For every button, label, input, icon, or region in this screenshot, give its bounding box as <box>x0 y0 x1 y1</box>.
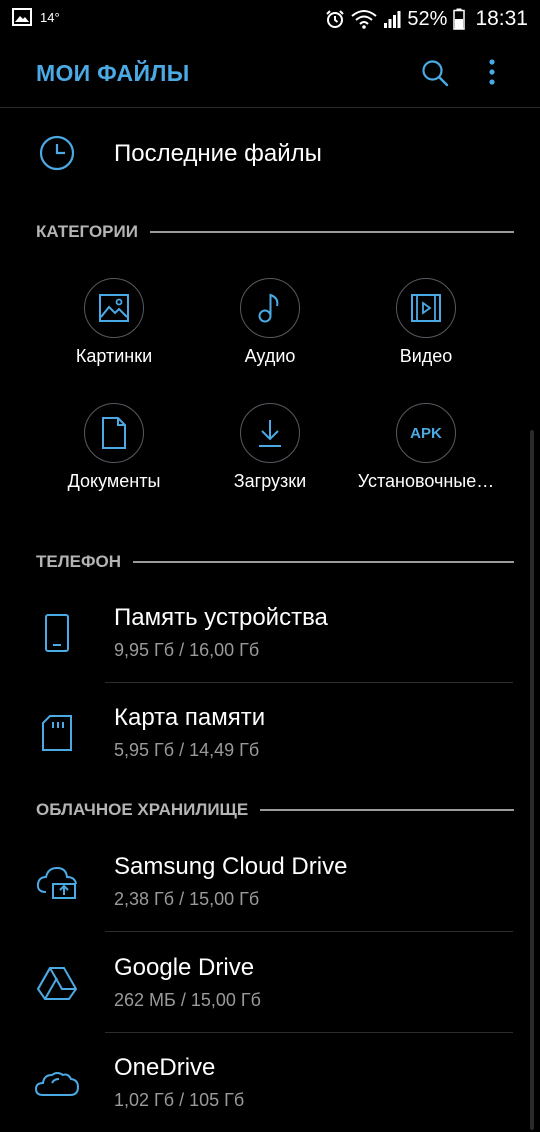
sd-card-item[interactable]: Карта памяти 5,95 Гб / 14,49 Гб <box>0 684 540 784</box>
onedrive-icon <box>34 1072 80 1096</box>
storage-usage: 262 МБ / 15,00 Гб <box>114 990 261 1010</box>
document-icon <box>102 417 126 449</box>
category-documents[interactable]: Документы <box>29 403 199 513</box>
storage-usage: 1,02 Гб / 105 Гб <box>114 1090 245 1110</box>
phone-header-label: ТЕЛЕФОН <box>36 552 121 571</box>
cloud-header-label: ОБЛАЧНОЕ ХРАНИЛИЩЕ <box>36 800 249 819</box>
category-label: Видео <box>399 346 453 366</box>
internal-storage-item[interactable]: Память устройства 9,95 Гб / 16,00 Гб <box>0 584 540 684</box>
phone-icon <box>45 614 69 652</box>
storage-title: Samsung Cloud Drive <box>114 853 348 880</box>
google-drive-icon <box>36 967 78 1000</box>
phone-header: ТЕЛЕФОН <box>36 550 514 574</box>
category-label: Загрузки <box>233 471 307 491</box>
video-icon <box>411 294 441 322</box>
categories-header-label: КАТЕГОРИИ <box>36 222 138 241</box>
page-title: МОИ ФАЙЛЫ <box>36 60 190 86</box>
app-bar: МОИ ФАЙЛЫ <box>0 38 540 108</box>
image-icon <box>99 294 129 322</box>
music-note-icon <box>258 293 279 323</box>
storage-title: OneDrive <box>114 1054 216 1081</box>
cloud-divider <box>260 809 514 811</box>
scrollbar[interactable] <box>530 430 534 1130</box>
category-label: Аудио <box>244 346 296 366</box>
category-label: Картинки <box>75 346 153 366</box>
storage-title: Память устройства <box>114 604 328 631</box>
google-drive-item[interactable]: Google Drive 262 МБ / 15,00 Гб <box>0 934 540 1034</box>
apk-icon: APK <box>410 424 442 442</box>
more-options-icon[interactable] <box>482 58 502 88</box>
phone-divider <box>133 561 514 563</box>
category-video[interactable]: Видео <box>341 278 511 388</box>
storage-usage: 2,38 Гб / 15,00 Гб <box>114 889 260 909</box>
battery-percent: 52% <box>407 7 448 30</box>
alarm-icon <box>326 10 345 28</box>
category-installers[interactable]: APK Установочные… <box>341 403 511 513</box>
cloud-header: ОБЛАЧНОЕ ХРАНИЛИЩЕ <box>36 798 514 822</box>
storage-usage: 5,95 Гб / 14,49 Гб <box>114 740 260 760</box>
wifi-icon <box>351 10 378 29</box>
category-label: Установочные… <box>357 471 495 491</box>
categories-divider <box>149 231 514 233</box>
categories-header: КАТЕГОРИИ <box>36 220 514 244</box>
recent-files-item[interactable]: Последние файлы <box>0 120 540 186</box>
row-divider <box>105 1032 513 1033</box>
samsung-cloud-icon <box>36 866 77 899</box>
temperature-text: 14° <box>40 9 60 25</box>
row-divider <box>105 931 513 932</box>
download-icon <box>259 420 281 447</box>
storage-title: Карта памяти <box>114 704 266 731</box>
clock-time: 18:31 <box>475 7 528 30</box>
recent-files-label: Последние файлы <box>114 140 322 167</box>
onedrive-item[interactable]: OneDrive 1,02 Гб / 105 Гб <box>0 1034 540 1132</box>
battery-icon <box>453 8 466 30</box>
storage-title: Google Drive <box>114 954 255 981</box>
category-images[interactable]: Картинки <box>29 278 199 388</box>
samsung-cloud-item[interactable]: Samsung Cloud Drive 2,38 Гб / 15,00 Гб <box>0 833 540 933</box>
row-divider <box>105 682 513 683</box>
status-bar: 14° 52% 18:31 <box>0 0 540 38</box>
category-downloads[interactable]: Загрузки <box>185 403 355 513</box>
search-icon[interactable] <box>420 58 450 88</box>
sd-card-icon <box>42 715 72 751</box>
gallery-notification-icon <box>12 8 32 26</box>
storage-usage: 9,95 Гб / 16,00 Гб <box>114 640 260 660</box>
category-label: Документы <box>67 471 161 491</box>
signal-icon <box>384 11 401 28</box>
category-audio[interactable]: Аудио <box>185 278 355 388</box>
clock-icon <box>39 135 75 171</box>
